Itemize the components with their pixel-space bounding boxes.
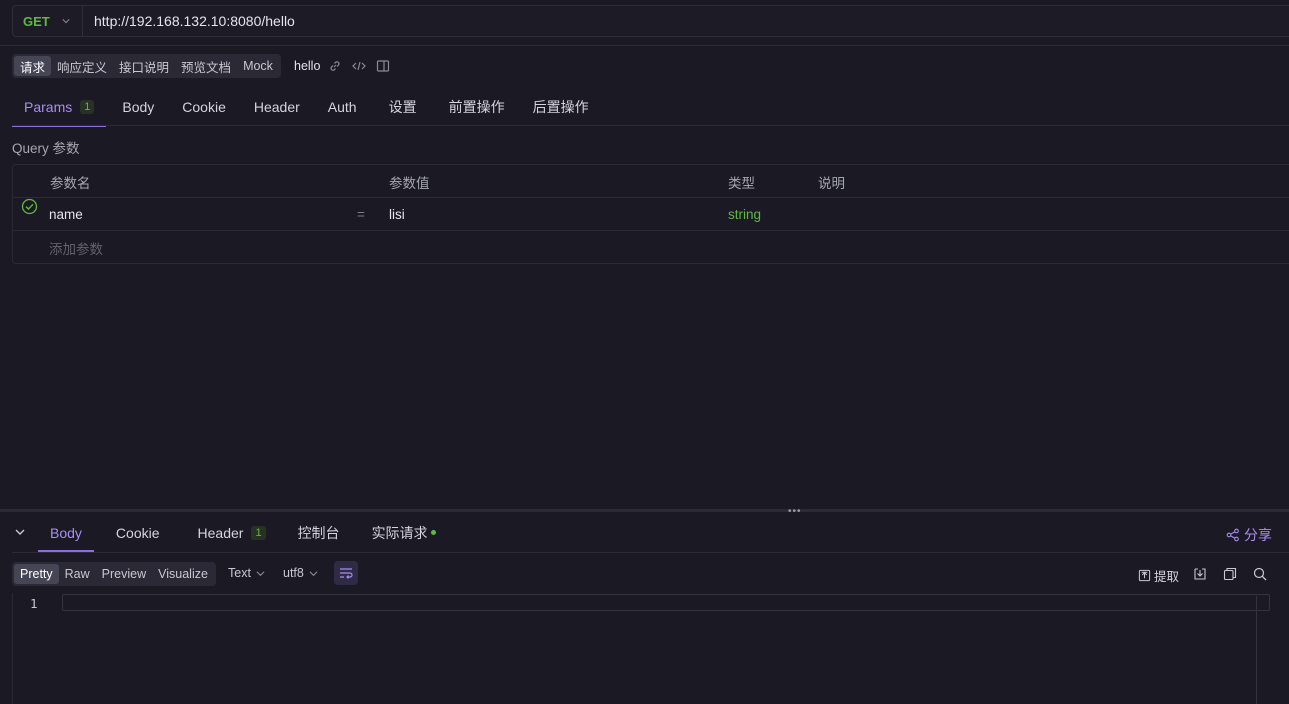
- param-type-cell[interactable]: string: [728, 198, 761, 231]
- encoding-value: utf8: [283, 566, 304, 580]
- add-param-placeholder[interactable]: 添加参数: [49, 231, 103, 264]
- word-wrap-button[interactable]: [334, 561, 358, 585]
- doc-tab-request[interactable]: 请求: [14, 56, 52, 76]
- encoding-select[interactable]: utf8: [283, 566, 318, 580]
- query-section-label: Query 参数: [12, 141, 80, 156]
- format-visualize[interactable]: Visualize: [152, 564, 214, 584]
- content-type-value: Text: [228, 566, 251, 580]
- chevron-down-icon: [256, 570, 265, 576]
- doc-tab-response-def[interactable]: 响应定义: [51, 56, 113, 76]
- wrap-icon: [340, 568, 353, 579]
- resp-tab-actual-request-label: 实际请求: [371, 525, 428, 541]
- doc-tabs: 请求 响应定义 接口说明 预览文档 Mock: [12, 54, 281, 78]
- enabled-check-icon[interactable]: [21, 198, 38, 215]
- format-pretty[interactable]: Pretty: [14, 564, 59, 584]
- param-value-cell[interactable]: lisi: [389, 198, 405, 231]
- equals-sign: =: [357, 207, 365, 222]
- doc-tab-api-desc[interactable]: 接口说明: [113, 56, 175, 76]
- col-param-name: 参数名: [50, 175, 91, 191]
- extract-label: 提取: [1154, 570, 1180, 584]
- params-table: 参数名 参数值 类型 说明 name = lisi string 添加参数: [12, 164, 1289, 264]
- share-icon: [1226, 528, 1239, 542]
- doc-tab-mock[interactable]: Mock: [237, 56, 279, 76]
- add-param-row[interactable]: 添加参数: [13, 231, 1289, 264]
- tab-body[interactable]: Body: [106, 88, 166, 126]
- format-preview[interactable]: Preview: [96, 564, 152, 584]
- tab-post-actions[interactable]: 后置操作: [517, 88, 601, 126]
- tab-cookie[interactable]: Cookie: [166, 88, 238, 126]
- code-icon[interactable]: [352, 59, 366, 73]
- format-segmented-control: Pretty Raw Preview Visualize: [12, 562, 216, 586]
- table-header: 参数名 参数值 类型 说明: [13, 165, 1289, 198]
- resp-tab-actual-request[interactable]: 实际请求: [354, 514, 450, 552]
- line-number: 1: [30, 596, 38, 611]
- request-tabs: Params 1 Body Cookie Header Auth 设置 前置操作…: [12, 88, 601, 127]
- chevron-down-icon: [309, 570, 318, 576]
- search-icon[interactable]: [1253, 567, 1267, 581]
- active-line-highlight: [62, 594, 1270, 611]
- extract-icon: [1138, 569, 1151, 582]
- share-label: 分享: [1244, 527, 1272, 543]
- tab-pre-actions[interactable]: 前置操作: [429, 88, 517, 126]
- resp-tab-console[interactable]: 控制台: [280, 514, 354, 552]
- col-param-value: 参数值: [389, 175, 430, 191]
- drag-handle-icon[interactable]: •••: [788, 506, 802, 517]
- download-icon[interactable]: [1193, 567, 1207, 581]
- link-icon[interactable]: [328, 59, 342, 73]
- response-tabs: Body Cookie Header 1 控制台 实际请求: [36, 514, 450, 552]
- editor-scrollbar[interactable]: [1256, 596, 1257, 704]
- tab-params-label: Params: [24, 99, 73, 115]
- resp-tab-header[interactable]: Header 1: [174, 514, 280, 552]
- resp-tab-cookie[interactable]: Cookie: [96, 514, 174, 552]
- tab-header[interactable]: Header: [238, 88, 312, 126]
- collapse-chevron-icon[interactable]: [14, 526, 26, 538]
- api-name[interactable]: hello: [294, 59, 320, 73]
- divider: [0, 45, 1289, 46]
- tab-params[interactable]: Params 1: [12, 88, 107, 127]
- param-name-cell[interactable]: name: [49, 198, 83, 231]
- divider: [12, 552, 1289, 553]
- table-row: name = lisi string: [13, 198, 1289, 231]
- col-description: 说明: [818, 175, 845, 191]
- resp-tab-header-label: Header: [197, 525, 244, 541]
- status-dot: [430, 530, 436, 535]
- url-input[interactable]: [83, 6, 1289, 36]
- content-type-select[interactable]: Text: [228, 566, 265, 580]
- header-count-badge: 1: [251, 526, 266, 540]
- doc-tab-preview-doc[interactable]: 预览文档: [175, 56, 237, 76]
- method-select[interactable]: GET: [13, 6, 83, 36]
- chevron-down-icon: [62, 19, 70, 24]
- params-count-badge: 1: [80, 100, 95, 114]
- tab-settings[interactable]: 设置: [369, 88, 429, 126]
- resize-splitter[interactable]: [0, 509, 1289, 512]
- col-type: 类型: [728, 175, 755, 191]
- share-button[interactable]: 分享: [1226, 525, 1272, 545]
- resp-tab-body[interactable]: Body: [36, 514, 96, 552]
- panel-icon[interactable]: [376, 59, 390, 73]
- method-label: GET: [23, 13, 50, 29]
- divider: [12, 125, 1289, 126]
- format-raw[interactable]: Raw: [59, 564, 96, 584]
- extract-button[interactable]: 提取: [1138, 566, 1179, 585]
- tab-auth[interactable]: Auth: [312, 88, 369, 126]
- copy-icon[interactable]: [1223, 567, 1237, 581]
- url-bar: GET: [12, 5, 1289, 37]
